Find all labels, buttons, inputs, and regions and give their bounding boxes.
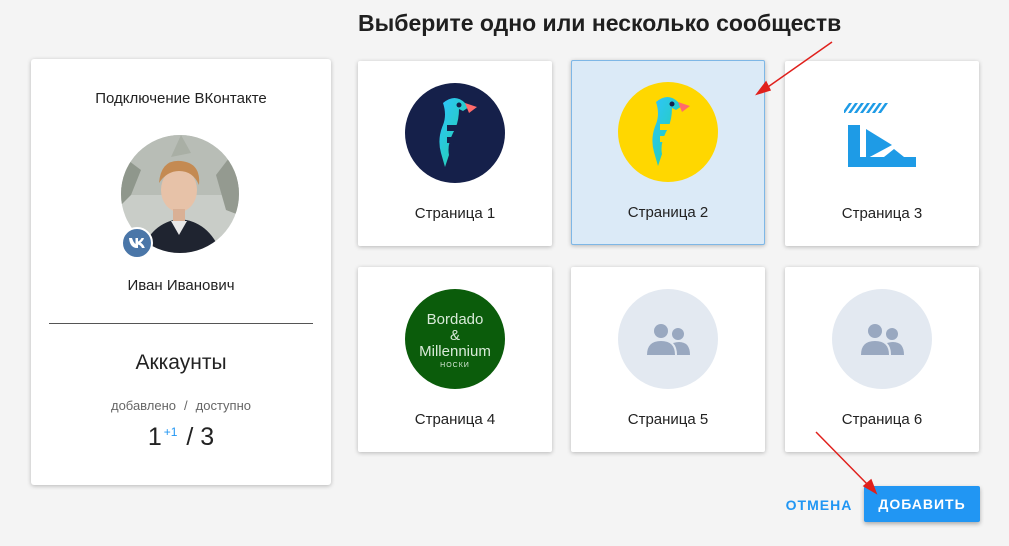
page-card-5[interactable]: Страница 5 — [571, 267, 765, 452]
parrot-logo-icon — [618, 82, 718, 182]
bordado-logo-icon: Bordado & Millennium НОСКИ — [405, 289, 505, 389]
accounts-count: 1 +1 / 3 — [31, 423, 331, 452]
avatar — [121, 135, 239, 259]
count-added: 1 — [147, 423, 162, 451]
page-card-2[interactable]: Страница 2 — [571, 60, 765, 245]
vk-icon — [121, 227, 153, 259]
available-label: доступно — [195, 398, 252, 413]
separator: / — [184, 398, 188, 413]
page-label: Страница 5 — [627, 411, 709, 428]
page-card-6[interactable]: Страница 6 — [785, 267, 979, 452]
page-card-4[interactable]: Bordado & Millennium НОСКИ Страница 4 — [358, 267, 552, 452]
page-label: Страница 2 — [627, 204, 709, 221]
logo-line: Bordado — [426, 311, 484, 329]
group-placeholder-icon — [618, 289, 718, 389]
divider — [49, 323, 313, 324]
parrot-logo-icon — [405, 83, 505, 183]
group-placeholder-icon — [832, 289, 932, 389]
count-delta: +1 — [163, 425, 178, 439]
account-card: Подключение ВКонтакте Иван Иванович Акка — [31, 59, 331, 485]
page-label: Страница 4 — [414, 411, 496, 428]
accounts-subtitle: добавлено / доступно — [31, 398, 331, 413]
count-available: / 3 — [186, 423, 215, 451]
cancel-button[interactable]: ОТМЕНА — [776, 487, 862, 522]
page-title: Выберите одно или несколько сообществ — [358, 10, 842, 36]
connection-title: Подключение ВКонтакте — [95, 90, 267, 107]
play-logo-icon — [832, 83, 932, 183]
logo-line: & — [449, 326, 460, 344]
logo-line: Millennium — [419, 342, 491, 360]
page-label: Страница 6 — [841, 411, 923, 428]
page-card-3[interactable]: Страница 3 — [785, 61, 979, 246]
add-button[interactable]: ДОБАВИТЬ — [864, 486, 980, 522]
page-label: Страница 1 — [414, 205, 496, 222]
user-name: Иван Иванович — [127, 277, 235, 294]
added-label: добавлено — [110, 398, 177, 413]
accounts-title: Аккаунты — [135, 351, 227, 374]
logo-line: НОСКИ — [440, 362, 470, 370]
page-label: Страница 3 — [841, 205, 923, 222]
page-card-1[interactable]: Страница 1 — [358, 61, 552, 246]
